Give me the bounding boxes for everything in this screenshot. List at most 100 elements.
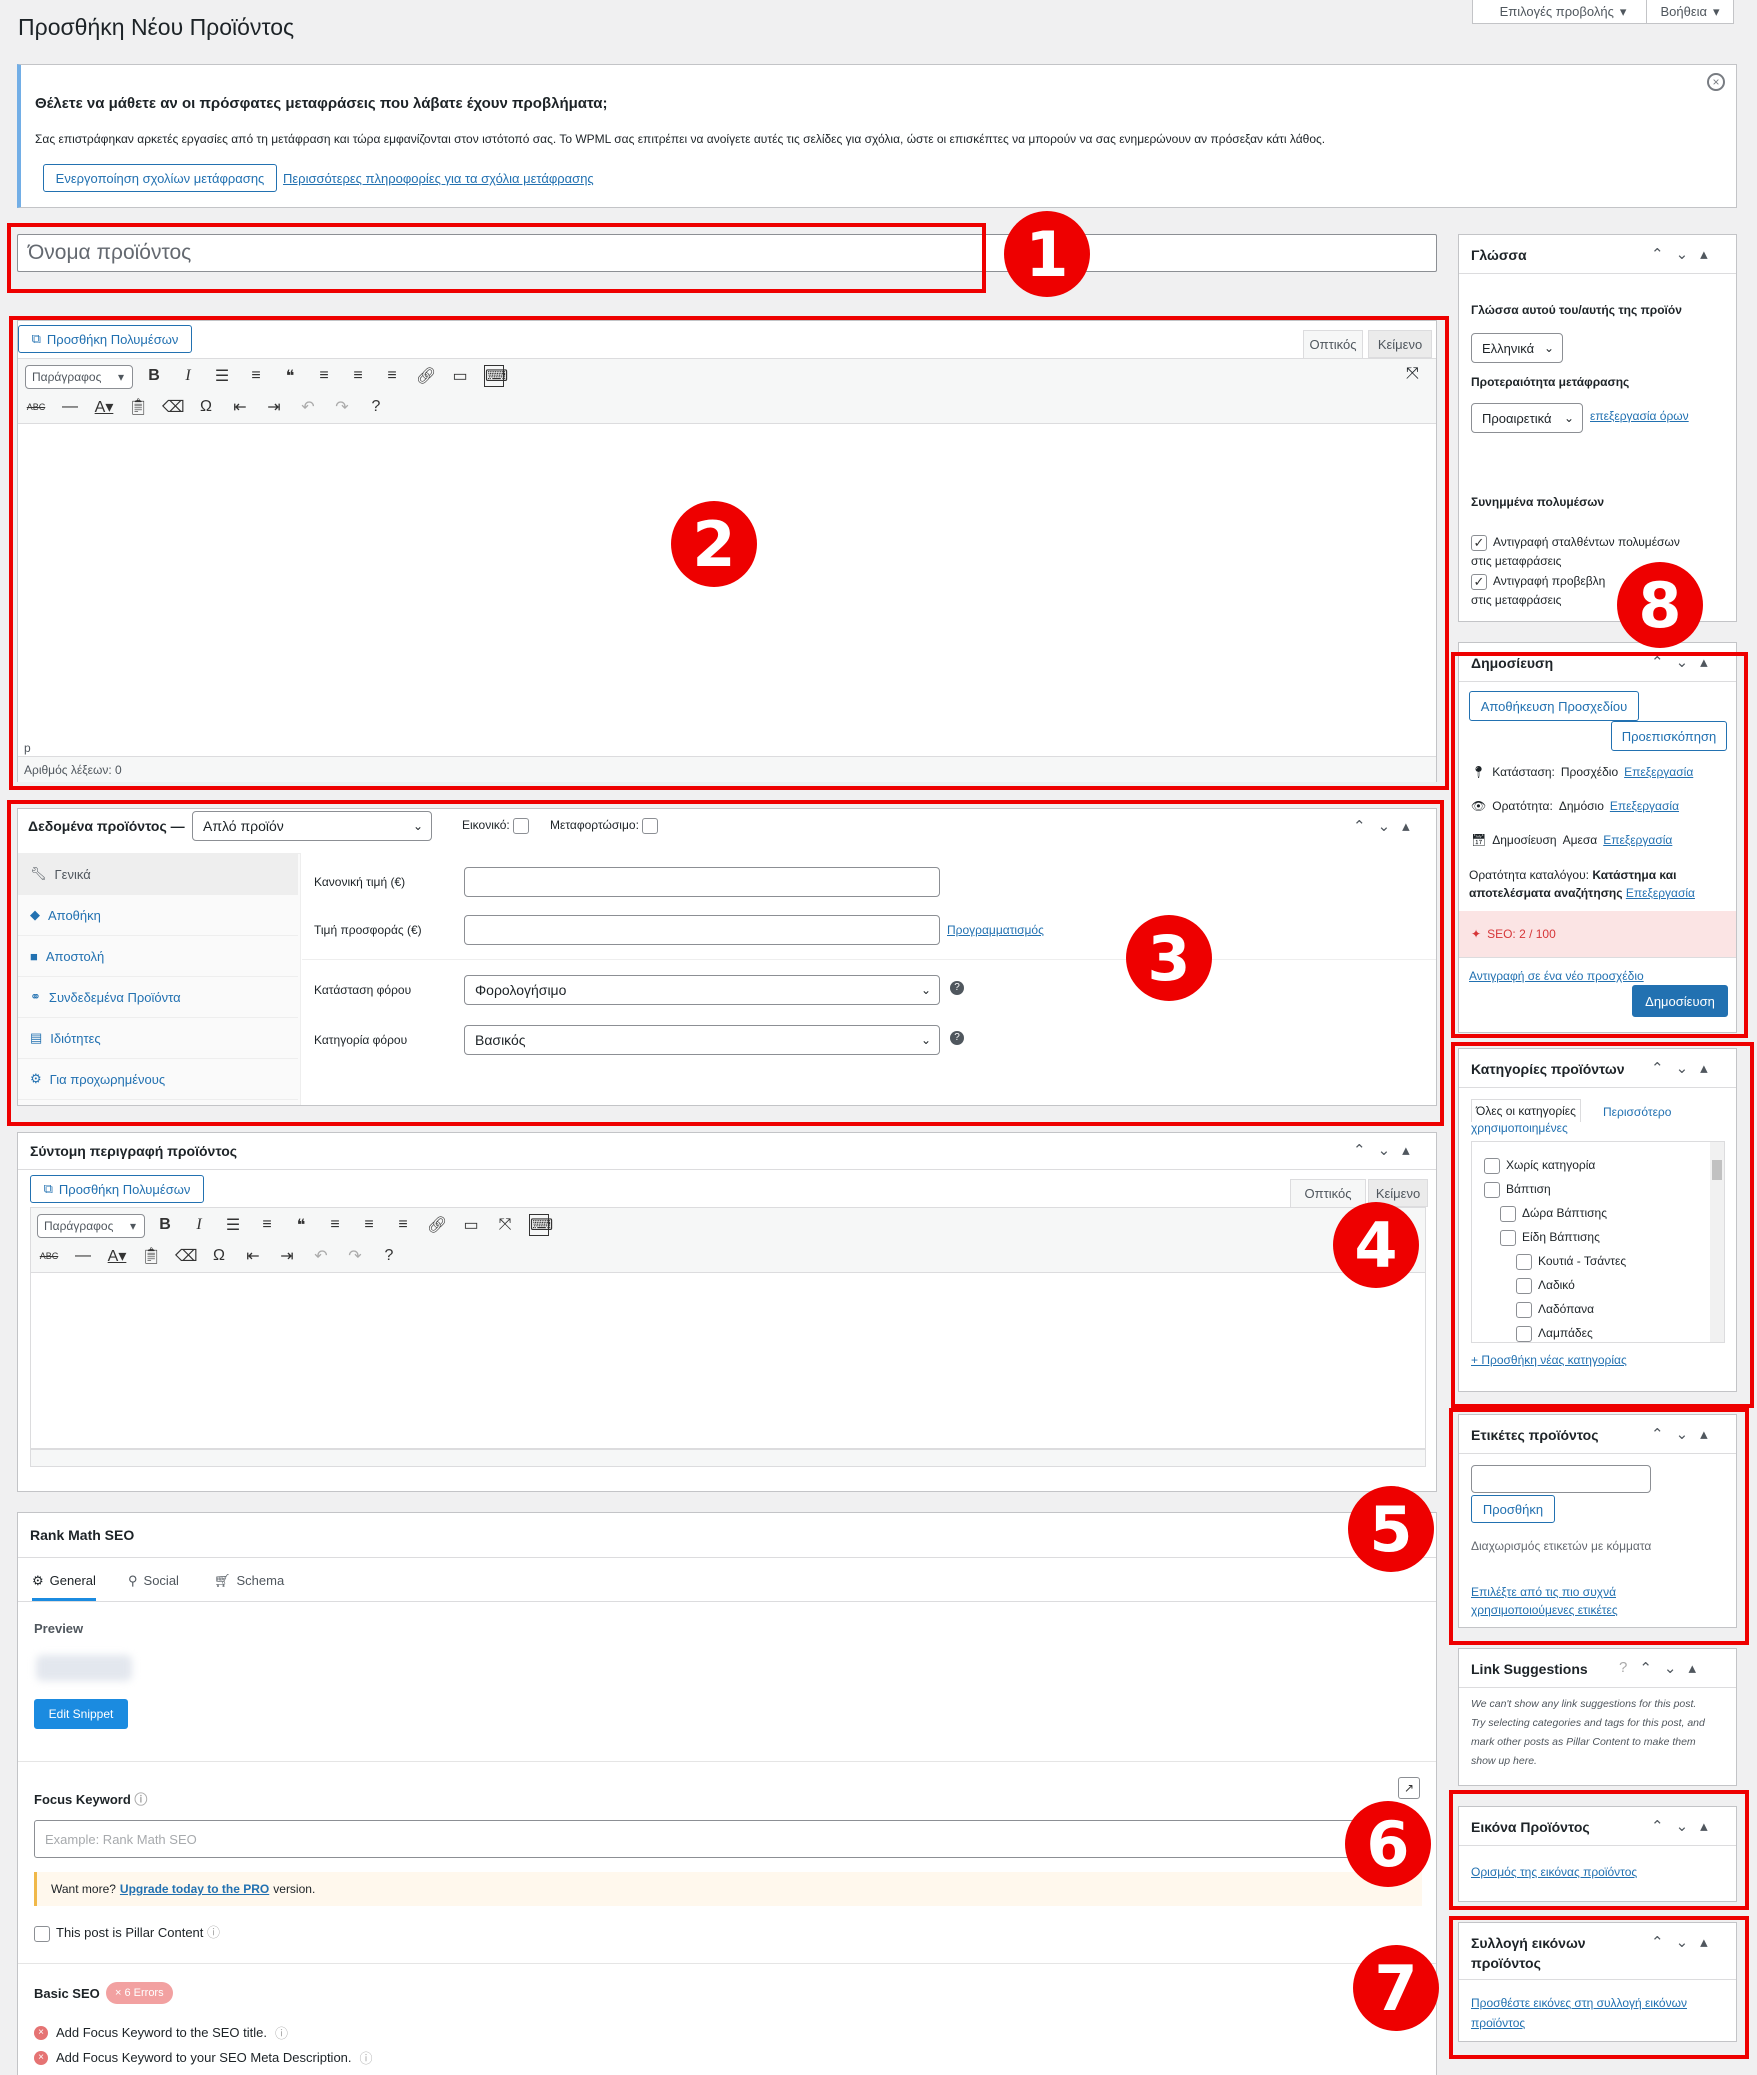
category-item[interactable]: Λαμπάδες [1516,1326,1593,1342]
choose-tags-link[interactable]: Επιλέξτε από τις πιο συχνά χρησιμοποιούμε… [1471,1583,1618,1619]
copy-featured-check[interactable] [1471,573,1487,590]
move-down-icon[interactable]: ⌄ [1378,1141,1391,1159]
toggle-icon[interactable]: ▴ [1700,1817,1708,1835]
special-char-icon[interactable]: Ω [209,1247,229,1265]
redo-icon[interactable]: ↷ [345,1246,365,1266]
dismiss-icon[interactable]: × [1707,73,1725,91]
tab-general[interactable]: 🔧︎ Γενικά [18,854,298,895]
tab-linked-products[interactable]: ⚭ Συνδεδεμένα Προϊόντα [18,977,298,1018]
blockquote-icon[interactable]: ❝ [280,366,300,386]
move-down-icon[interactable]: ⌄ [1676,1817,1689,1835]
indent-icon[interactable]: ⇥ [277,1246,297,1266]
align-right-icon[interactable]: ≡ [382,367,402,385]
more-info-link[interactable]: Περισσότερες πληροφορίες για τα σχόλια μ… [283,171,594,186]
horizontal-line-icon[interactable]: — [73,1247,93,1265]
read-more-icon[interactable]: ▭ [450,366,470,386]
scrollbar-thumb[interactable] [1712,1160,1722,1180]
tab-most-used[interactable]: Περισσότερο [1469,1103,1729,1121]
align-left-icon[interactable]: ≡ [314,367,334,385]
italic-icon[interactable]: I [178,367,198,385]
toggle-icon[interactable]: ▴ [1700,1425,1708,1443]
help-icon[interactable]: ⓘ [207,1925,220,1940]
category-item[interactable]: Λαδόπανα [1516,1302,1594,1318]
special-char-icon[interactable]: Ω [196,398,216,416]
copy-attached-check[interactable] [1471,534,1487,551]
align-left-icon[interactable]: ≡ [325,1216,345,1234]
add-media-button[interactable]: ⧉ Προσθήκη Πολυμέσων [30,1175,204,1203]
move-up-icon[interactable]: ⌃ [1651,245,1664,263]
move-up-icon[interactable]: ⌃ [1651,1425,1664,1443]
upgrade-link[interactable]: Upgrade today to the PRO [120,1882,269,1896]
category-check[interactable] [1516,1278,1532,1294]
tab-visual[interactable]: Οπτικός [1303,330,1363,358]
publish-button[interactable]: Δημοσίευση [1632,985,1728,1017]
language-select[interactable]: Ελληνικά ⌄ [1471,333,1563,363]
link-icon[interactable]: 🔗︎ [427,1215,447,1235]
priority-select[interactable]: Προαιρετικά ⌄ [1471,403,1583,433]
tax-class-select[interactable]: Βασικός ⌄ [464,1025,940,1055]
help-tip-icon[interactable]: ? [950,981,964,995]
toggle-icon[interactable]: ▴ [1402,1141,1410,1159]
pillar-check[interactable] [34,1925,50,1942]
regular-price-input[interactable] [464,867,940,897]
category-item[interactable]: Δώρα Βάπτισης [1500,1206,1607,1222]
edit-terms-link[interactable]: επεξεργασία όρων [1590,409,1689,423]
category-list[interactable]: Χωρίς κατηγορία Βάπτιση Δώρα Βάπτισης Εί… [1471,1141,1725,1343]
rankmath-tab-general[interactable]: ⚙ General [32,1567,96,1601]
move-down-icon[interactable]: ⌄ [1664,1659,1677,1677]
tab-visual[interactable]: Οπτικός [1290,1179,1366,1207]
toolbar-toggle-icon[interactable]: ⌨ [529,1214,553,1236]
new-tag-input[interactable] [1471,1465,1651,1493]
fullscreen-icon[interactable]: ⤧ [1406,365,1419,383]
toolbar-toggle-icon[interactable]: ⌨ [484,365,508,387]
category-check[interactable] [1500,1206,1516,1222]
move-up-icon[interactable]: ⌃ [1651,653,1664,671]
tab-advanced[interactable]: ⚙ Για προχωρημένους [18,1059,298,1100]
scrollbar[interactable] [1710,1142,1724,1342]
format-select[interactable]: Παράγραφος ▾ [25,365,133,389]
tab-text[interactable]: Κείμενο [1368,330,1432,358]
pillar-content-checkbox[interactable]: This post is Pillar Content ⓘ [34,1922,220,1942]
publish-time-edit-link[interactable]: Επεξεργασία [1603,833,1672,847]
downloadable-check[interactable] [642,818,659,834]
help-icon[interactable]: ⓘ [134,1792,147,1807]
tab-attributes[interactable]: ▤ Ιδιότητες [18,1018,298,1059]
edit-snippet-button[interactable]: Edit Snippet [34,1699,128,1729]
add-media-button[interactable]: ⧉ Προσθήκη Πολυμέσων [18,325,192,353]
status-edit-link[interactable]: Επεξεργασία [1624,765,1693,779]
downloadable-checkbox[interactable]: Μεταφορτώσιμο: [550,818,664,834]
clear-format-icon[interactable]: ⌫ [162,397,185,417]
category-check[interactable] [1516,1302,1532,1318]
help-tip-icon[interactable]: ? [950,1031,964,1045]
help-icon[interactable]: ⓘ [275,2023,288,2042]
screen-options-button[interactable]: Επιλογές προβολής ▾ [1472,0,1654,24]
bold-icon[interactable]: B [155,1216,175,1234]
move-up-icon[interactable]: ⌃ [1353,817,1366,835]
set-product-image-link[interactable]: Ορισμός της εικόνας προϊόντος [1471,1865,1637,1879]
clear-format-icon[interactable]: ⌫ [175,1246,198,1266]
move-down-icon[interactable]: ⌄ [1676,1059,1689,1077]
copy-attached-media-checkbox[interactable]: Αντιγραφή σταλθέντων πολυμέσων στις μεταφ… [1471,533,1731,571]
toggle-icon[interactable]: ▴ [1689,1659,1697,1677]
move-up-icon[interactable]: ⌃ [1639,1659,1652,1677]
category-item[interactable]: Λαδικό [1516,1278,1575,1294]
visibility-edit-link[interactable]: Επεξεργασία [1610,799,1679,813]
rankmath-tab-social[interactable]: ⚲ Social [128,1567,179,1601]
strikethrough-icon[interactable]: ABC [26,402,46,412]
tab-inventory[interactable]: ◆ Αποθήκη [18,895,298,936]
preview-button[interactable]: Προεπισκόπηση [1611,721,1727,751]
toggle-icon[interactable]: ▴ [1700,1933,1708,1951]
move-down-icon[interactable]: ⌄ [1676,653,1689,671]
tab-shipping[interactable]: ■ Αποστολή [18,936,298,977]
help-icon[interactable]: ? [379,1247,399,1265]
read-more-icon[interactable]: ▭ [461,1215,481,1235]
virtual-checkbox[interactable]: Εικονικό: [462,818,535,834]
paste-text-icon[interactable]: 📋︎ [141,1246,161,1266]
add-gallery-images-link[interactable]: Προσθέστε εικόνες στη συλλογή εικόνων προ… [1471,1993,1687,2033]
align-center-icon[interactable]: ≡ [348,367,368,385]
category-item[interactable]: Κουτιά - Τσάντες [1516,1254,1626,1270]
toggle-icon[interactable]: ▴ [1700,1059,1708,1077]
save-draft-button[interactable]: Αποθήκευση Προσχεδίου [1469,691,1639,721]
category-item[interactable]: Χωρίς κατηγορία [1484,1158,1595,1174]
link-icon[interactable]: 🔗︎ [416,366,436,386]
